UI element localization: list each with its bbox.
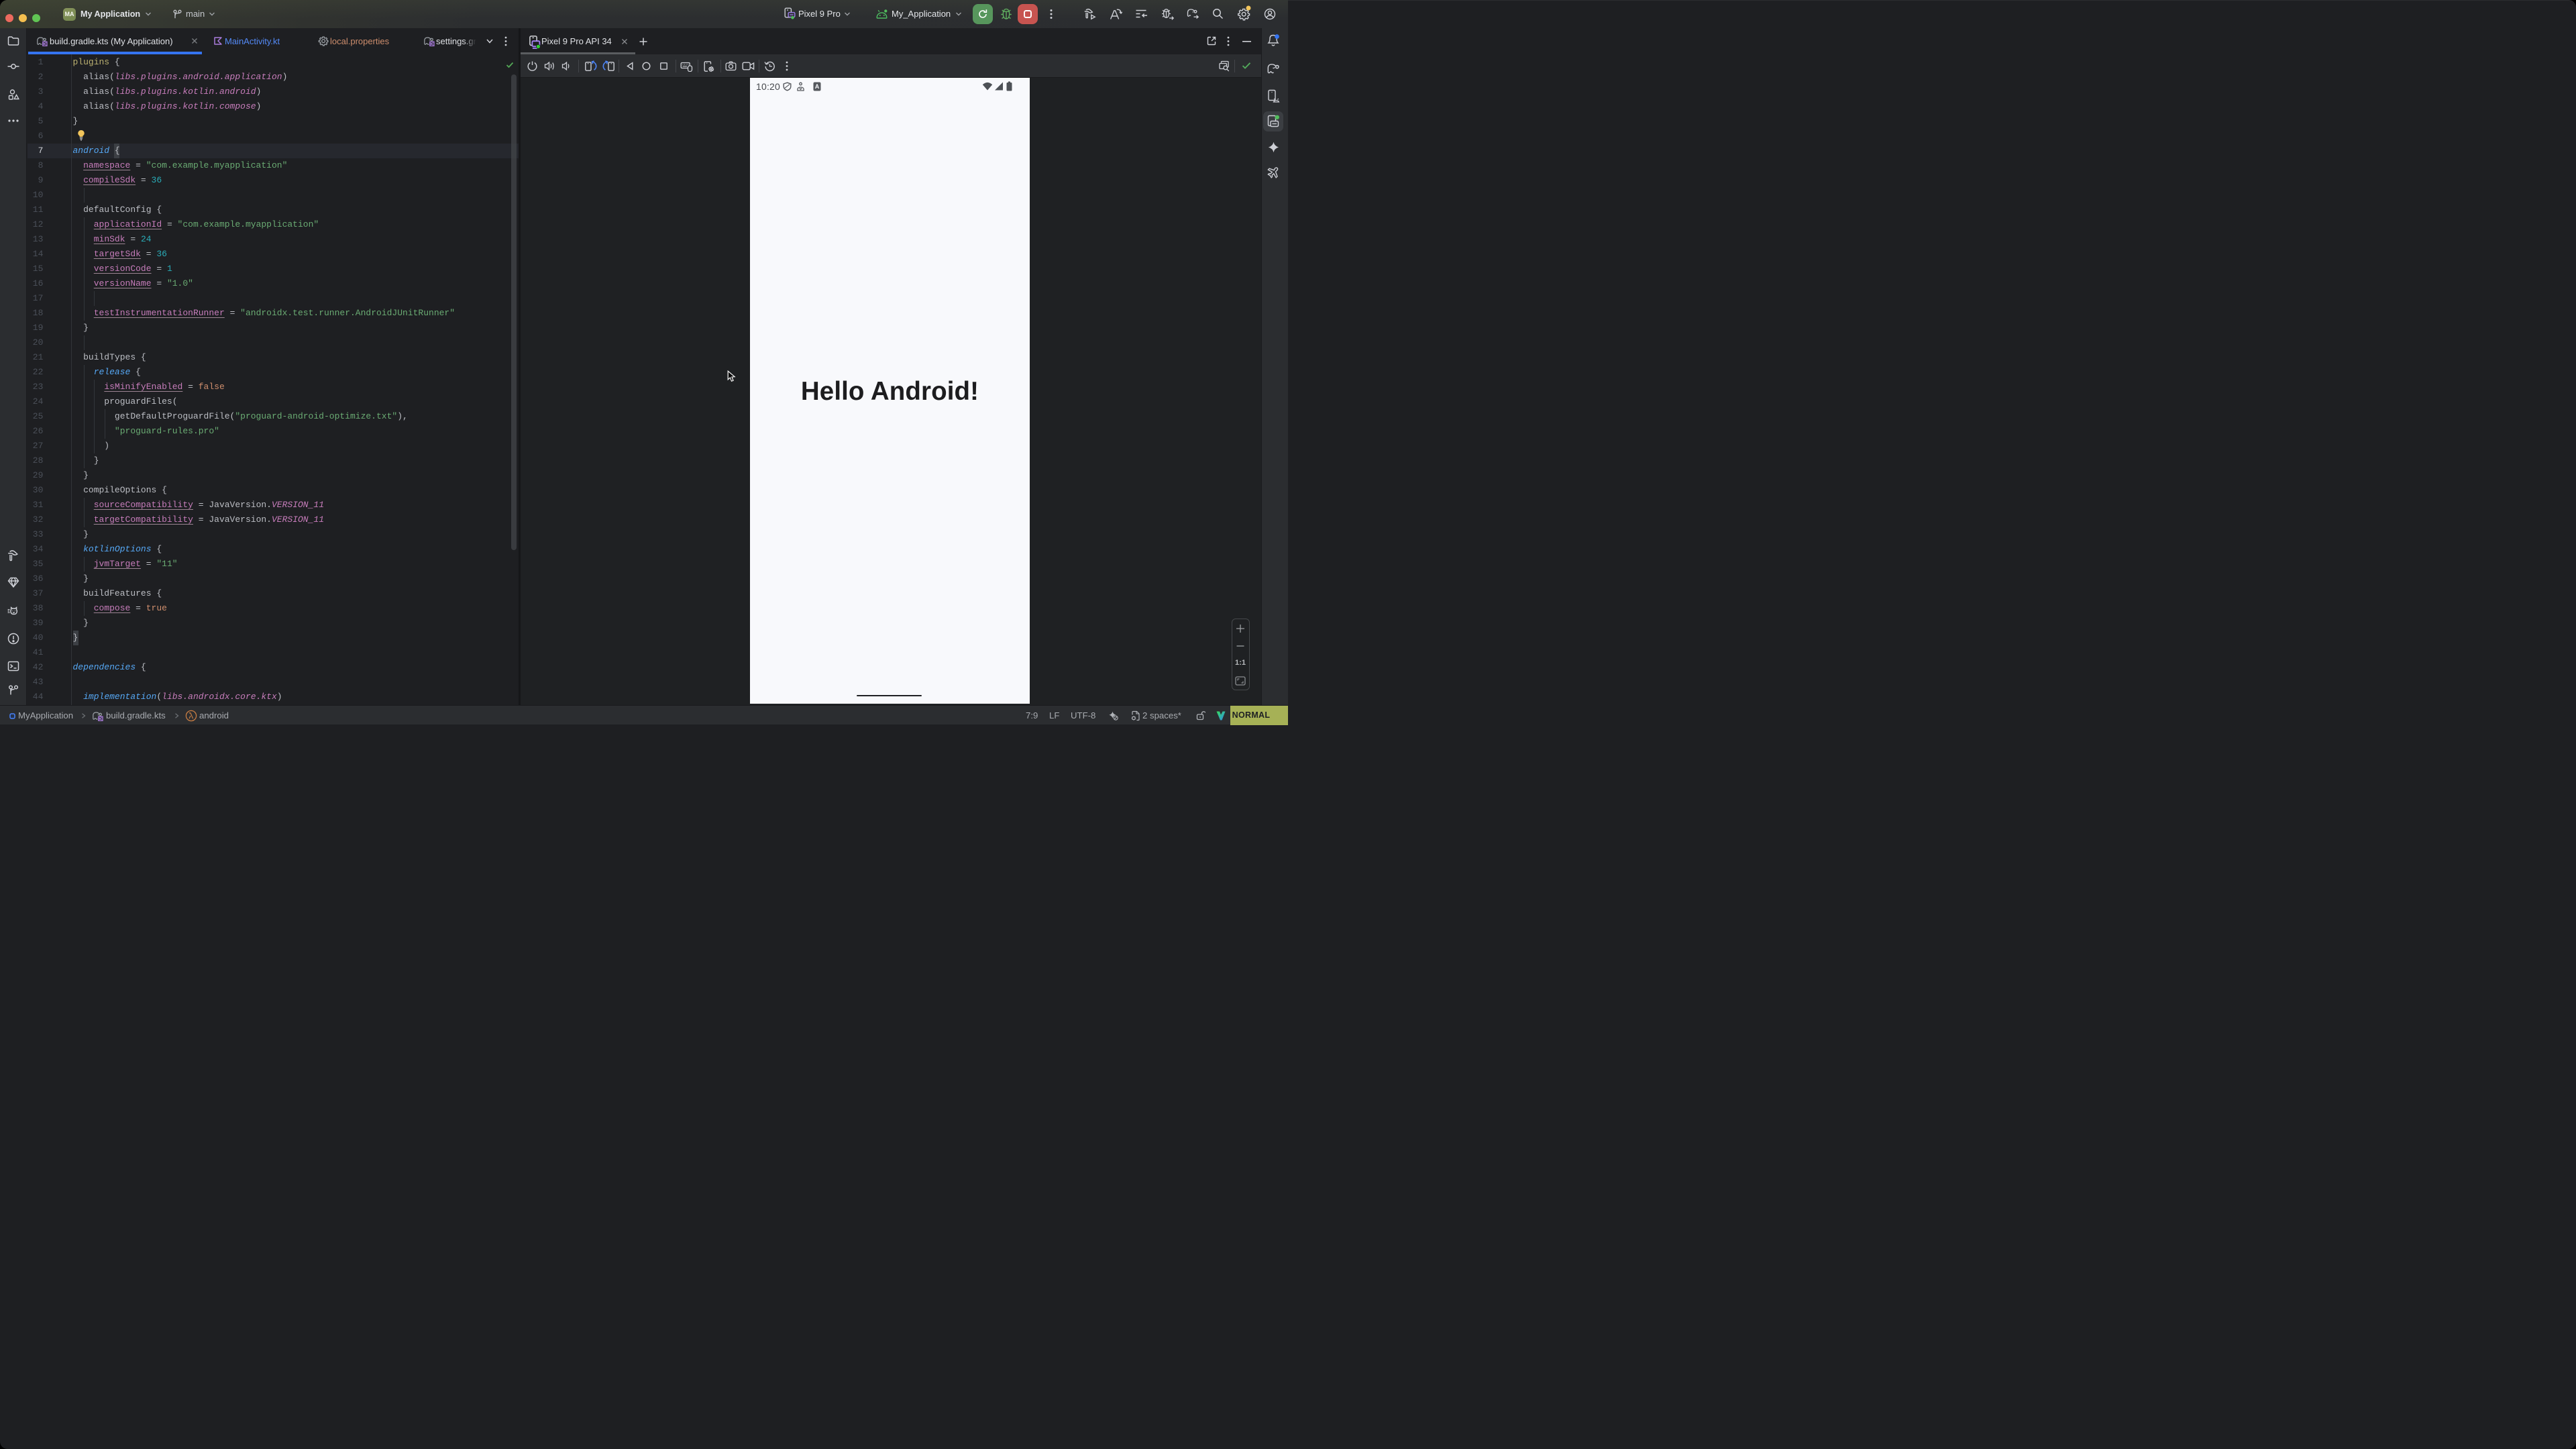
svg-text:A: A <box>815 83 820 90</box>
